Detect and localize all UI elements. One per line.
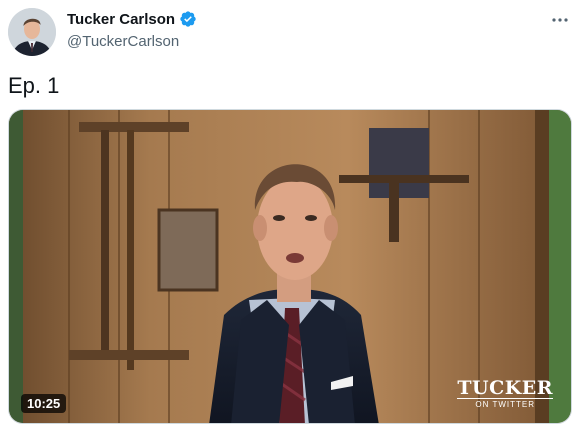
logo-main-text: TUCKER: [457, 377, 553, 399]
author-display-name[interactable]: Tucker Carlson: [67, 11, 175, 28]
tweet-text: Ep. 1: [8, 73, 60, 98]
author-avatar[interactable]: [8, 8, 56, 56]
video-duration-badge: 10:25: [21, 394, 67, 413]
author-name-row: Tucker Carlson: [67, 10, 197, 28]
video-player[interactable]: 10:25 TUCKER ON TWITTER: [8, 109, 572, 424]
verified-badge-icon: [179, 10, 197, 28]
tucker-on-twitter-logo: TUCKER ON TWITTER: [457, 379, 553, 409]
logo-sub-text: ON TWITTER: [457, 398, 553, 409]
more-horizontal-icon[interactable]: [548, 10, 572, 30]
author-handle[interactable]: @TuckerCarlson: [67, 33, 179, 50]
